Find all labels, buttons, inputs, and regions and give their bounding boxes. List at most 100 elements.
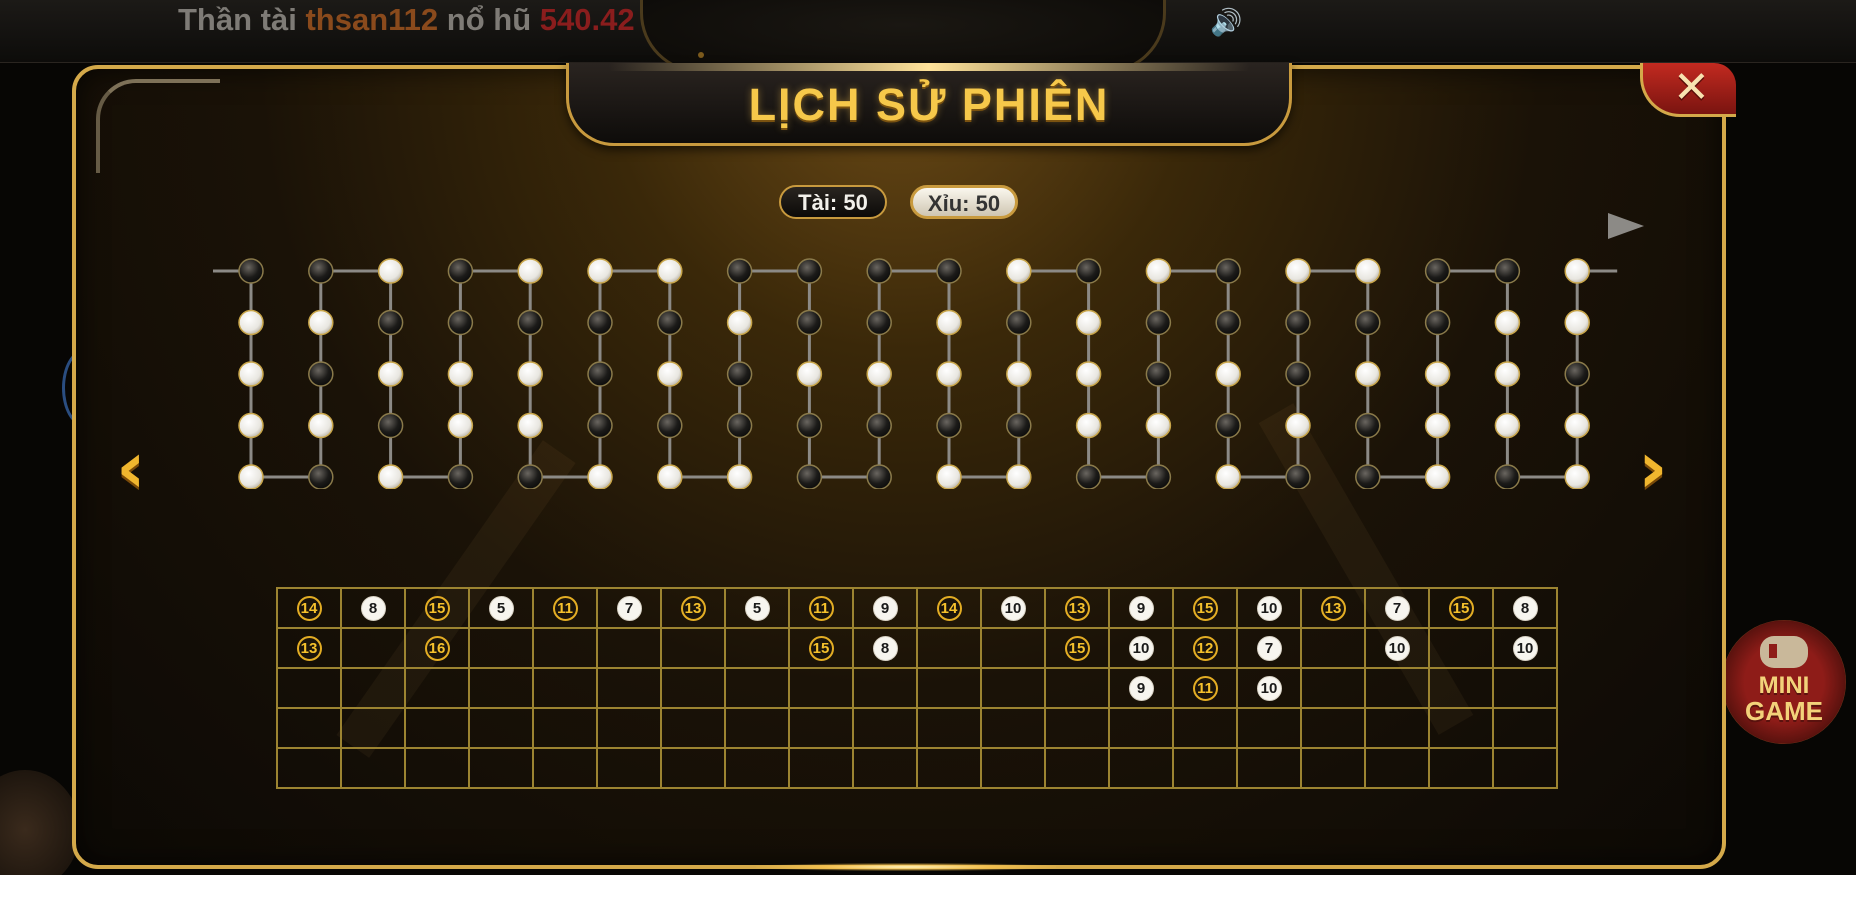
bead-xiu: [1006, 464, 1032, 489]
grid-cell: [1428, 667, 1494, 709]
grid-cell: [660, 667, 726, 709]
bead-tai: [1215, 258, 1241, 284]
result-xiu: 9: [872, 595, 898, 621]
grid-cell: 9: [1108, 587, 1174, 629]
speaker-icon[interactable]: 🔊: [1210, 8, 1242, 38]
grid-cell: [788, 747, 854, 789]
result-xiu: 10: [1384, 635, 1410, 661]
ornament-dot: [698, 52, 704, 58]
grid-cell: 14: [916, 587, 982, 629]
bead-xiu: [796, 361, 823, 387]
bead-tai: [1075, 258, 1102, 284]
bead-xiu: [1564, 412, 1590, 439]
bead-tai: [1285, 361, 1311, 387]
result-xiu: 10: [1512, 635, 1538, 661]
bead-tai: [587, 412, 613, 439]
result-tai: 12: [1192, 635, 1218, 661]
bead-xiu: [657, 361, 683, 387]
grid-cell: [596, 747, 662, 789]
bead-tai: [1355, 309, 1381, 336]
bead-tai: [1285, 309, 1311, 336]
mini-game-button[interactable]: MINI GAME: [1722, 620, 1846, 744]
result-tai: 16: [424, 635, 450, 661]
grid-cell: [1172, 707, 1238, 749]
result-tai: 13: [1064, 595, 1090, 621]
bead-tai: [1494, 258, 1521, 284]
grid-cell: [1300, 707, 1366, 749]
grid-cell: 10: [980, 587, 1046, 629]
grid-cell: [1172, 747, 1238, 789]
bead-xiu: [238, 361, 264, 387]
grid-cell: [916, 747, 982, 789]
bead-tai: [238, 258, 264, 284]
next-arrow-button[interactable]: ›: [1638, 431, 1668, 503]
grid-cell: [852, 707, 918, 749]
grid-cell: [724, 707, 790, 749]
game-scene: Thần tài thsan112 nổ hũ 540.42 🔊 MINI GA…: [0, 0, 1856, 875]
grid-cell: [852, 667, 918, 709]
bead-tai: [1006, 309, 1032, 336]
grid-cell: [660, 707, 726, 749]
grid-cell: 14: [276, 587, 342, 629]
grid-cell: [340, 707, 406, 749]
bead-tai: [726, 258, 753, 284]
gamepad-icon: [1760, 636, 1808, 668]
grid-cell: 7: [596, 587, 662, 629]
grid-cell: [596, 627, 662, 669]
result-tai: 13: [1320, 595, 1346, 621]
ticker-label: Thần tài: [178, 2, 297, 37]
grid-cell: [340, 747, 406, 789]
bead-xiu: [1564, 309, 1590, 336]
grid-cell: [404, 747, 470, 789]
bead-tai: [517, 464, 543, 489]
grid-cell: [1364, 747, 1430, 789]
grid-cell: [724, 627, 790, 669]
ticker-username: thsan112: [305, 2, 439, 37]
result-xiu: 5: [488, 595, 514, 621]
grid-cell: 10: [1492, 627, 1558, 669]
grid-row: 13 16 15 8 15 10 12 7 10 10: [276, 627, 1558, 669]
bead-tai: [1006, 412, 1032, 439]
grid-cell: 13: [1044, 587, 1110, 629]
bead-xiu: [238, 464, 264, 489]
grid-cell: [660, 747, 726, 789]
grid-cell: [1492, 747, 1558, 789]
bead-xiu: [447, 412, 474, 439]
bead-xiu: [1006, 258, 1032, 284]
result-xiu: 9: [1128, 675, 1154, 701]
grid-cell: [340, 627, 406, 669]
result-tai: 11: [1192, 675, 1218, 701]
result-xiu: 8: [1512, 595, 1538, 621]
grid-cell: 8: [340, 587, 406, 629]
bead-xiu: [238, 412, 264, 439]
grid-cell: 9: [852, 587, 918, 629]
prev-arrow-button[interactable]: ‹: [116, 431, 146, 503]
grid-cell: [468, 707, 534, 749]
bead-xiu: [936, 309, 962, 336]
grid-cell: [404, 707, 470, 749]
bead-xiu: [587, 464, 613, 489]
bead-tai: [866, 258, 892, 284]
bead-tai: [308, 464, 334, 489]
bead-xiu: [517, 412, 543, 439]
grid-cell: 13: [276, 627, 342, 669]
bead-tai: [796, 309, 823, 336]
grid-row: 9 11 10: [276, 667, 1558, 709]
bead-tai: [866, 464, 892, 489]
road-arrow-icon: [1608, 213, 1644, 239]
bead-tai: [1145, 361, 1172, 387]
bead-road: [213, 213, 1644, 489]
bead-xiu: [726, 464, 753, 489]
results-grid: 14 8 15 5 11 7 13 5 11 9 14 10 13 9 15 10 13 7 15 8 13 16 15 8 1…: [276, 587, 1558, 789]
grid-cell: [1428, 747, 1494, 789]
result-tai: 15: [424, 595, 450, 621]
bead-xiu: [377, 464, 404, 489]
bead-xiu: [1145, 412, 1172, 439]
bead-tai: [866, 309, 892, 336]
bottom-glow: [756, 863, 1056, 871]
result-xiu: 9: [1128, 595, 1154, 621]
grid-cell: [788, 707, 854, 749]
grid-cell: [916, 707, 982, 749]
bead-tai: [1215, 412, 1241, 439]
bead-tai: [517, 309, 543, 336]
